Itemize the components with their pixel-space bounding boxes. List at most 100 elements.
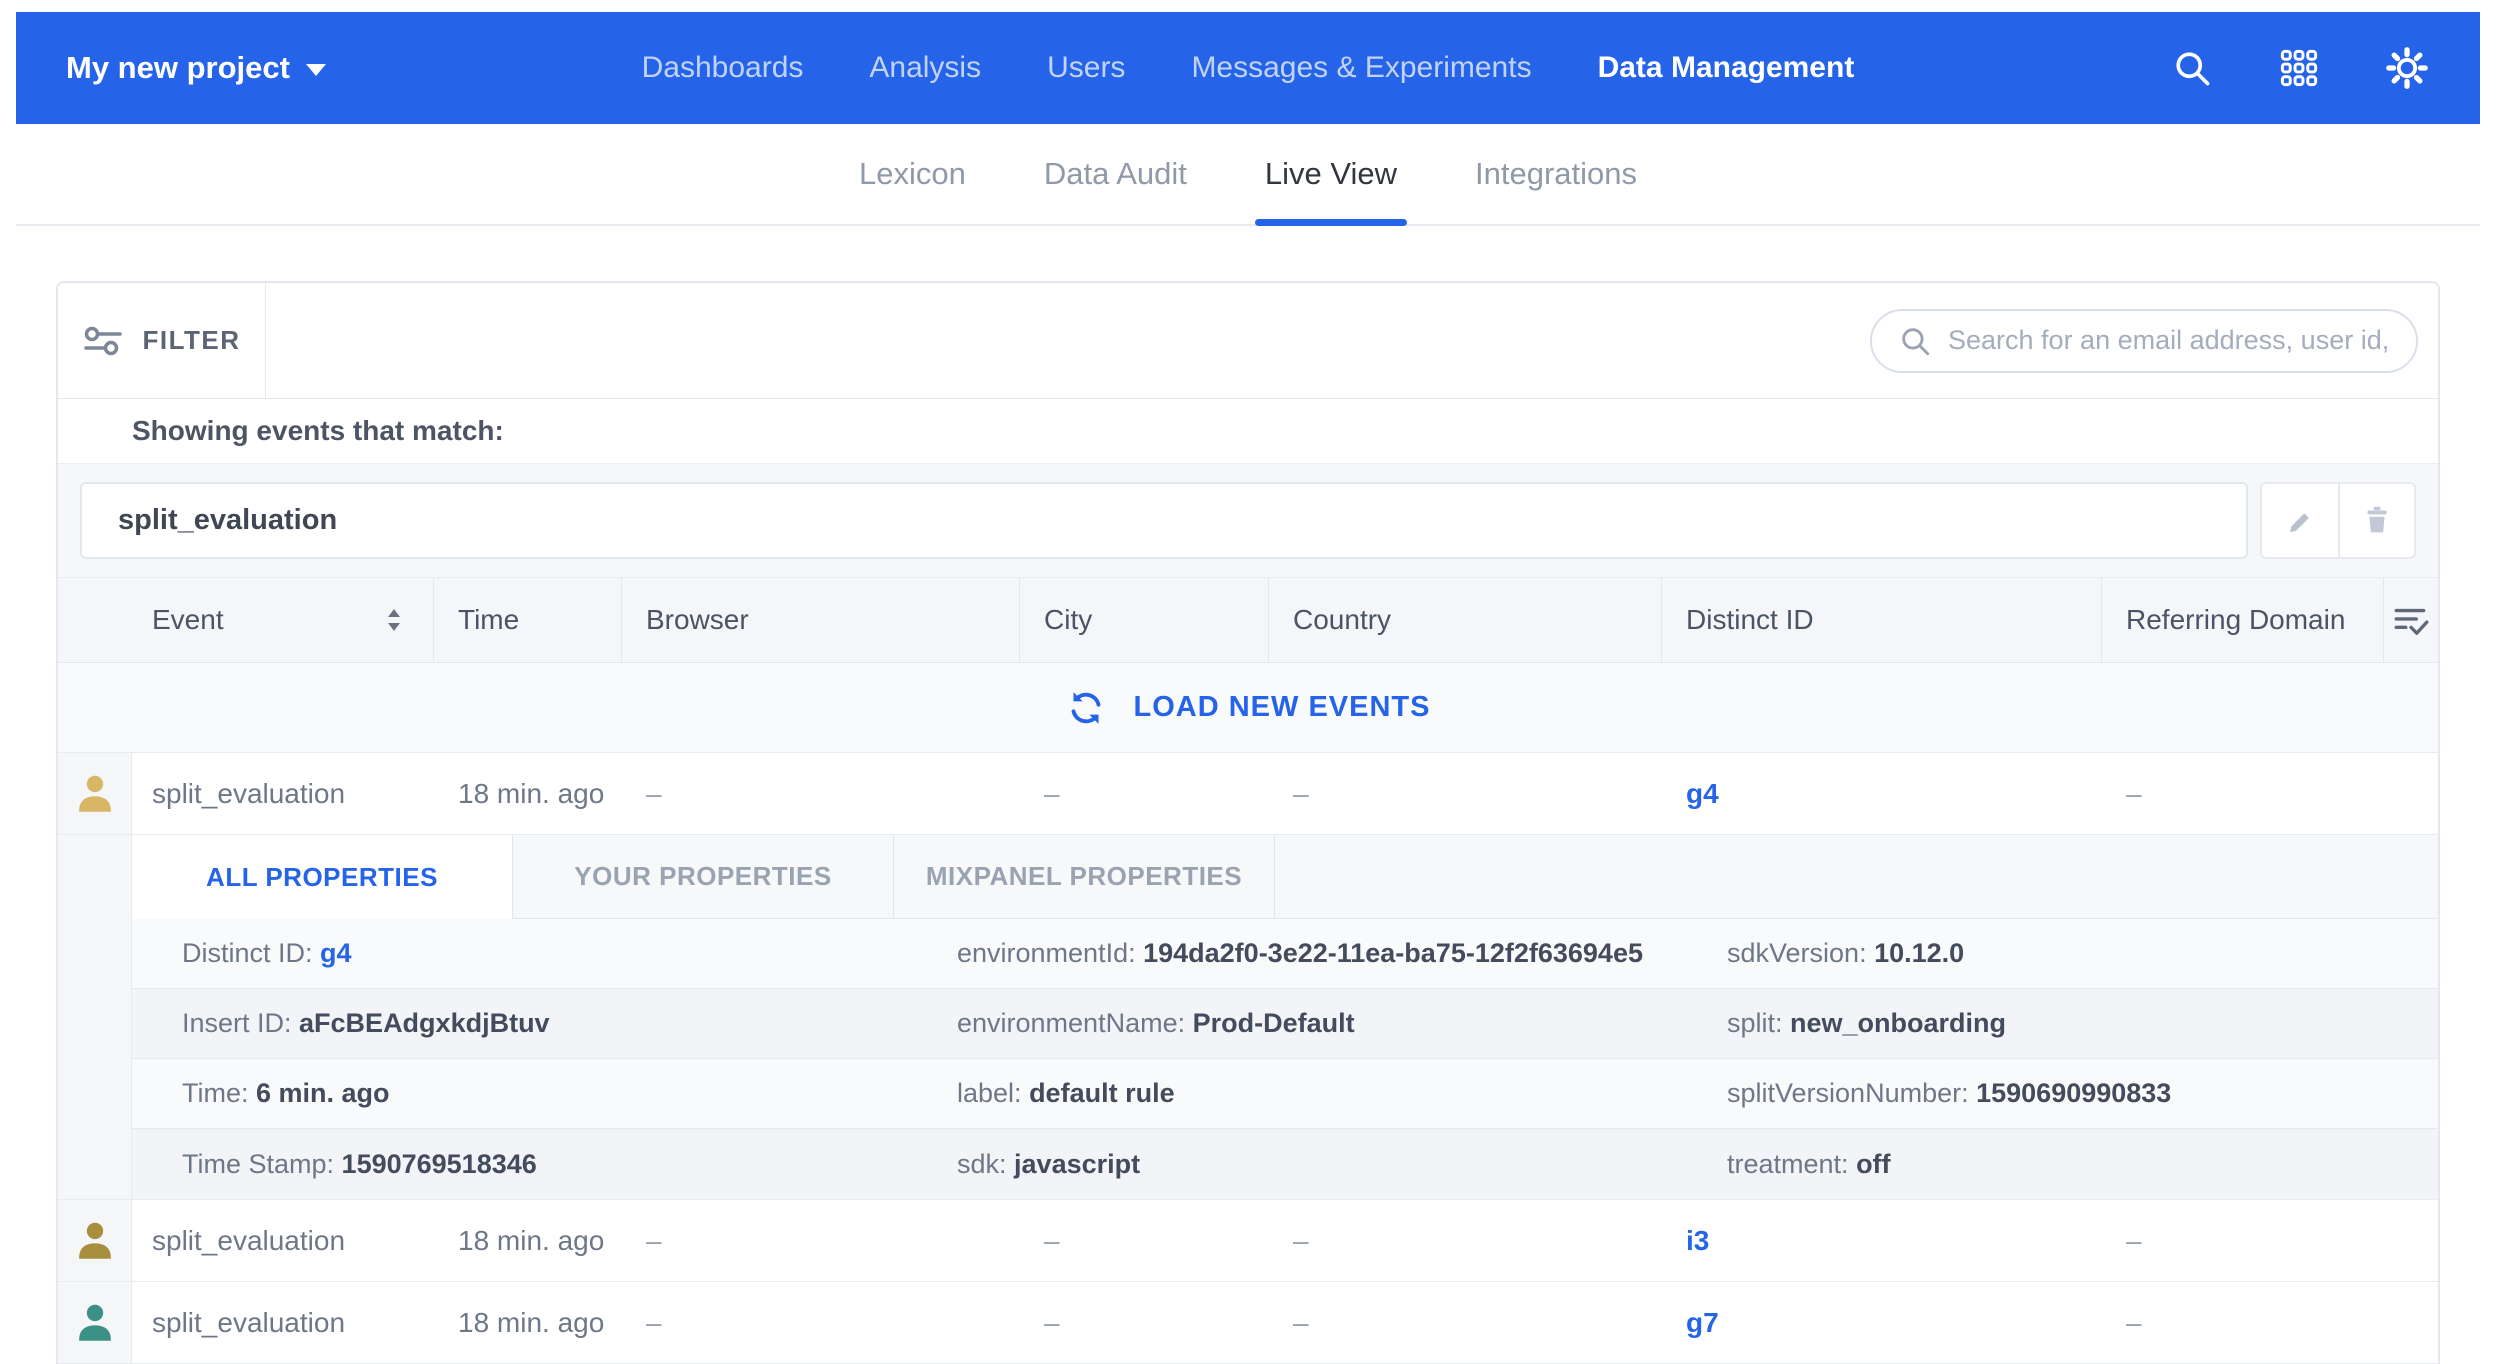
event-rows: split_evaluation18 min. ago–––g4–ALL PRO… [58,753,2438,1364]
column-header-distinct-id[interactable]: Distinct ID [1662,578,2102,662]
event-cell: split_evaluation [132,753,434,834]
column-header-time[interactable]: Time [434,578,622,662]
search-input[interactable] [1948,325,2390,356]
property-row: Time Stamp: 1590769518346 sdk: javascript… [132,1129,2438,1199]
tab-lexicon[interactable]: Lexicon [859,124,966,224]
nav-item-dashboards[interactable]: Dashboards [642,51,804,85]
property-environmentid: environmentId: 194da2f0-3e22-11ea-ba75-1… [907,938,1677,969]
column-header-country[interactable]: Country [1269,578,1662,662]
property-value: javascript [1014,1149,1140,1179]
referring-domain-cell: – [2102,1200,2384,1281]
nav-item-messages-experiments[interactable]: Messages & Experiments [1191,51,1531,85]
time-cell: 18 min. ago [434,1282,622,1363]
delete-filter-button[interactable] [2338,484,2414,557]
live-view-card: FILTER Showing events that match: Eve [56,281,2440,1364]
time-cell: 18 min. ago [434,753,622,834]
property-label: environmentName: [957,1008,1193,1038]
distinct-id-cell[interactable]: g7 [1662,1282,2102,1363]
distinct-id-cell[interactable]: g4 [1662,753,2102,834]
property-label: environmentId: [957,938,1143,968]
property-split: split: new_onboarding [1677,1008,2438,1039]
referring-domain-cell: – [2102,1282,2384,1363]
nav-item-users[interactable]: Users [1047,51,1125,85]
nav-item-data-management[interactable]: Data Management [1598,51,1855,85]
column-settings-icon [2391,602,2431,638]
primary-nav: Dashboards Analysis Users Messages & Experi… [326,51,2170,85]
column-header-event[interactable]: Event [58,578,434,662]
property-value[interactable]: g4 [320,938,352,968]
event-row[interactable]: split_evaluation18 min. ago–––g4– [58,753,2438,835]
tab-mixpanel-properties[interactable]: MIXPANEL PROPERTIES [894,835,1275,919]
refresh-icon [1066,688,1106,728]
event-row[interactable]: split_evaluation18 min. ago–––g7– [58,1282,2438,1364]
property-value: 6 min. ago [256,1078,390,1108]
browser-cell: – [622,1282,1020,1363]
property-label: Insert ID: [182,1008,299,1038]
property-label: splitVersionNumber: [1727,1078,1976,1108]
column-header-label: Browser [646,604,749,636]
avatar [58,1282,132,1363]
column-header-browser[interactable]: Browser [622,578,1020,662]
property-distinct-id: Distinct ID: g4 [132,938,907,969]
property-value: 1590690990833 [1976,1078,2171,1108]
apps-grid-icon [2278,47,2320,89]
property-row: Time: 6 min. agolabel: default rulesplit… [132,1059,2438,1129]
referring-domain-cell: – [2102,753,2384,834]
event-filter-input[interactable] [80,482,2248,559]
distinct-id-cell[interactable]: i3 [1662,1200,2102,1281]
filter-chip-actions [2260,482,2416,559]
gear-icon [2384,45,2430,91]
property-label: sdk: [957,1149,1014,1179]
project-name: My new project [66,50,290,86]
column-header-label: City [1044,604,1092,636]
search-icon [1898,324,1932,358]
column-header-label: Event [152,604,224,636]
property-value: default rule [1029,1078,1175,1108]
search-button[interactable] [2170,46,2214,90]
settings-button[interactable] [2384,45,2430,91]
expanded-gutter [58,835,132,1199]
property-value: off [1856,1149,1890,1179]
city-cell: – [1020,1282,1269,1363]
property-time: Time: 6 min. ago [132,1078,907,1109]
toolbar: FILTER [58,283,2438,399]
properties-tabs: ALL PROPERTIESYOUR PROPERTIESMIXPANEL PR… [132,835,2438,919]
search-icon [2170,46,2214,90]
tab-your-properties[interactable]: YOUR PROPERTIES [513,835,894,919]
column-header-city[interactable]: City [1020,578,1269,662]
sort-icon [381,605,407,635]
events-match-heading: Showing events that match: [58,399,2438,463]
column-header-label: Country [1293,604,1391,636]
filter-chip-band [58,463,2438,578]
event-row[interactable]: split_evaluation18 min. ago–––i3– [58,1200,2438,1282]
city-cell: – [1020,753,1269,834]
property-value: 1590769518346 [342,1149,537,1179]
column-header-label: Time [458,604,519,636]
property-label: sdkVersion: [1727,938,1874,968]
tab-data-audit[interactable]: Data Audit [1044,124,1187,224]
column-header-referring-domain[interactable]: Referring Domain [2102,578,2384,662]
tab-live-view[interactable]: Live View [1265,124,1397,224]
avatar [58,1200,132,1281]
property-time-stamp: Time Stamp: 1590769518346 [132,1149,907,1180]
property-environmentname: environmentName: Prod-Default [907,1008,1677,1039]
property-label: treatment: [1727,1149,1856,1179]
filter-button[interactable]: FILTER [58,283,266,398]
property-insert-id: Insert ID: aFcBEAdgxkdjBtuv [132,1008,907,1039]
load-new-events-button[interactable]: LOAD NEW EVENTS [58,663,2438,753]
avatar [58,753,132,834]
filter-sliders-icon [82,321,124,361]
expanded-event-details: ALL PROPERTIESYOUR PROPERTIESMIXPANEL PR… [58,835,2438,1200]
project-switcher[interactable]: My new project [66,50,326,86]
property-label: Time Stamp: [182,1149,342,1179]
property-label: Distinct ID: [182,938,320,968]
edit-filter-button[interactable] [2262,484,2338,557]
person-icon [72,1300,118,1346]
column-settings-button[interactable] [2384,578,2438,662]
tab-integrations[interactable]: Integrations [1475,124,1637,224]
tab-all-properties[interactable]: ALL PROPERTIES [132,835,513,919]
property-value: Prod-Default [1193,1008,1355,1038]
apps-grid-button[interactable] [2278,47,2320,89]
nav-item-analysis[interactable]: Analysis [869,51,981,85]
person-icon [72,1218,118,1264]
